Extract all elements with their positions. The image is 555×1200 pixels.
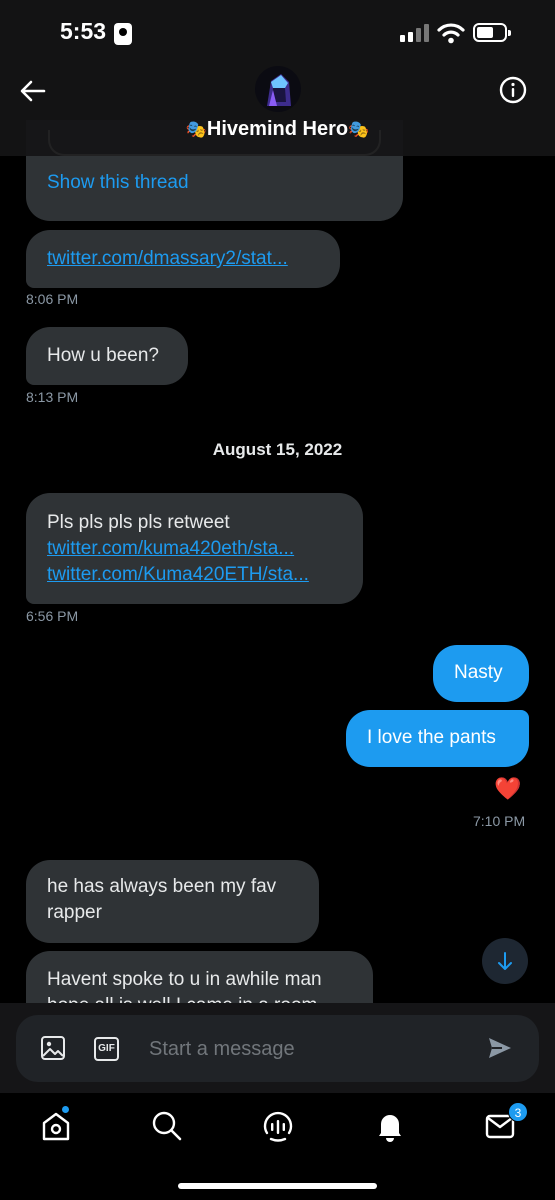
home-notification-dot (61, 1105, 70, 1114)
nav-home[interactable] (39, 1105, 73, 1143)
search-icon (152, 1111, 182, 1141)
spaces-icon (263, 1111, 293, 1142)
info-button[interactable] (498, 75, 528, 105)
status-time: 5:53 (60, 18, 107, 44)
message-bubble-received[interactable]: How u been? (26, 327, 188, 385)
wifi-icon (437, 23, 465, 44)
message-text: How u been? (47, 345, 159, 366)
heart-reaction-icon[interactable]: ❤️ (494, 776, 521, 802)
notifications-icon (379, 1115, 401, 1142)
message-text: rapper (47, 902, 102, 923)
message-bubble-received[interactable]: he has always been my fav rapper (26, 860, 319, 943)
message-composer: GIF (16, 1015, 539, 1082)
nav-spaces[interactable] (261, 1109, 295, 1143)
send-icon[interactable] (486, 1035, 514, 1061)
message-text: Pls pls pls pls retweet (47, 512, 230, 533)
info-icon (499, 76, 527, 104)
date-separator: August 15, 2022 (212, 440, 343, 459)
conversation-title[interactable]: 🎭Hivemind Hero🎭 (0, 118, 555, 141)
message-timestamp: 8:06 PM (26, 291, 79, 307)
message-text: I love the pants (367, 727, 496, 748)
back-button[interactable] (18, 76, 48, 106)
nav-notifications[interactable] (373, 1109, 407, 1143)
home-indicator[interactable] (178, 1183, 377, 1189)
status-bar: 5:53 (0, 0, 555, 66)
theater-masks-emoji: 🎭 (348, 120, 370, 139)
home-icon (42, 1112, 70, 1141)
message-timestamp: 8:13 PM (26, 389, 79, 405)
message-link[interactable]: twitter.com/kuma420eth/sta... (47, 536, 294, 562)
avatar[interactable] (255, 66, 301, 112)
theater-masks-emoji: 🎭 (185, 120, 207, 139)
contact-card-icon (114, 23, 132, 45)
conversation-title-text: Hivemind Hero (206, 118, 349, 140)
scroll-to-bottom-button[interactable] (482, 938, 528, 984)
message-bubble-sent[interactable]: Nasty (433, 645, 529, 702)
show-thread-link[interactable]: Show this thread (47, 170, 189, 196)
nav-search[interactable] (150, 1109, 184, 1143)
arrow-down-icon (498, 952, 512, 970)
message-text: Nasty (454, 662, 503, 683)
message-text: Havent spoke to u in awhile man (47, 969, 322, 990)
gif-icon[interactable]: GIF (94, 1037, 119, 1061)
battery-icon (473, 23, 511, 42)
image-icon[interactable] (40, 1035, 66, 1061)
message-link[interactable]: twitter.com/dmassary2/stat... (47, 246, 288, 272)
message-text: he has always been my fav (47, 876, 277, 897)
messages-badge: 3 (508, 1102, 528, 1122)
message-bubble-received[interactable]: Pls pls pls pls retweet twitter.com/kuma… (26, 493, 363, 604)
message-bubble-sent[interactable]: I love the pants (346, 710, 529, 767)
message-input[interactable] (149, 1033, 469, 1065)
message-timestamp: 6:56 PM (26, 608, 79, 624)
message-bubble-received[interactable]: twitter.com/dmassary2/stat... (26, 230, 340, 288)
message-link[interactable]: twitter.com/Kuma420ETH/sta... (47, 562, 309, 588)
cellular-signal-icon (400, 24, 430, 42)
arrow-left-icon (20, 80, 46, 102)
message-timestamp: 7:10 PM (473, 813, 526, 829)
